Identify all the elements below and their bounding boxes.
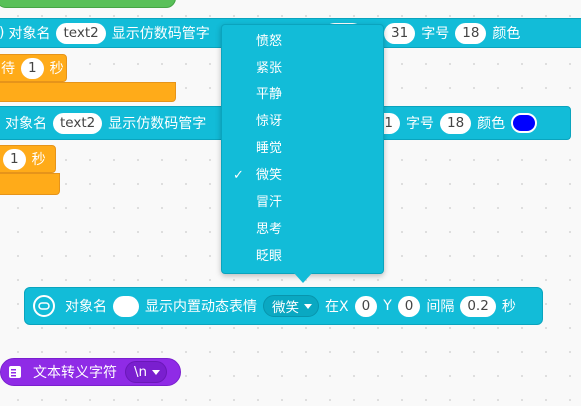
chevron-down-icon <box>152 369 161 375</box>
check-icon: ✓ <box>233 168 244 183</box>
block-edge: ) <box>0 25 4 41</box>
label-color-2: 颜色 <box>477 116 506 132</box>
label-x: 在X <box>325 299 349 315</box>
label-object-name-2: 对象名 <box>5 116 47 132</box>
menu-item[interactable]: 惊讶 <box>222 109 383 135</box>
label-color: 颜色 <box>492 26 521 42</box>
label-show-digital: 显示仿数码管字 <box>111 26 210 42</box>
chevron-down-icon <box>304 303 312 309</box>
size-input[interactable]: 18 <box>455 22 487 44</box>
escape-dropdown[interactable]: \n <box>125 361 168 383</box>
object-name-input-3[interactable] <box>113 295 139 317</box>
menu-item[interactable]: 眨眼 <box>222 244 383 270</box>
emoji-dropdown[interactable]: 微笑 <box>263 295 319 317</box>
wait-suffix-1: 秒 <box>49 61 64 77</box>
menu-pointer <box>294 273 312 283</box>
escape-dropdown-value: \n <box>134 364 148 380</box>
emoji-dropdown-menu: 愤怒 紧张 平静 惊讶 睡觉 ✓ 微笑 冒汗 思考 眨眼 <box>221 24 384 274</box>
menu-item[interactable]: 紧张 <box>222 56 383 82</box>
wait-block-1[interactable]: 待 1 秒 <box>0 54 67 82</box>
label-size-2: 字号 <box>405 116 434 132</box>
y-input[interactable]: 31 <box>384 22 416 44</box>
label-show-digital-2: 显示仿数码管字 <box>108 116 207 132</box>
menu-item[interactable]: 冒汗 <box>222 190 383 216</box>
document-icon <box>7 364 23 380</box>
label-size: 字号 <box>421 26 450 42</box>
label-object-name-3: 对象名 <box>65 299 107 315</box>
show-builtin-emoji-block[interactable]: 对象名 显示内置动态表情 微笑 在X 0 Y 0 间隔 0.2 秒 <box>24 287 543 325</box>
label-y-3: Y <box>383 298 392 314</box>
label-seconds: 秒 <box>501 299 516 315</box>
label-interval: 间隔 <box>426 299 455 315</box>
label-show-emoji: 显示内置动态表情 <box>145 299 257 315</box>
color-swatch[interactable] <box>511 113 538 133</box>
hat-block-partial[interactable] <box>0 0 176 8</box>
menu-item[interactable]: 愤怒 <box>222 29 383 55</box>
y-input-3[interactable]: 0 <box>397 295 421 317</box>
orange-bar-2[interactable] <box>0 173 60 195</box>
wait-seconds-input-1[interactable]: 1 <box>21 57 44 79</box>
wait-prefix: 待 <box>1 61 15 77</box>
size-input-2[interactable]: 18 <box>439 112 472 134</box>
x-input-3[interactable]: 0 <box>354 295 378 317</box>
wait-seconds-input-2[interactable]: 1 <box>3 148 26 170</box>
escape-label: 文本转义字符 <box>33 365 117 381</box>
object-name-input-2[interactable]: text2 <box>53 112 103 134</box>
menu-item[interactable]: 思考 <box>222 217 383 243</box>
label-object-name: 对象名 <box>8 26 51 42</box>
object-name-input[interactable]: text2 <box>56 22 106 44</box>
interval-input[interactable]: 0.2 <box>460 295 496 317</box>
menu-item-selected[interactable]: ✓ 微笑 <box>222 163 383 189</box>
orange-bar-1[interactable] <box>0 82 176 102</box>
emoji-dropdown-value: 微笑 <box>272 300 299 316</box>
wait-block-2[interactable]: 1 秒 <box>0 145 56 173</box>
text-escape-block[interactable]: 文本转义字符 \n <box>0 358 181 386</box>
menu-item[interactable]: 平静 <box>222 82 383 108</box>
wait-suffix-2: 秒 <box>31 152 46 168</box>
emoji-block-icon <box>33 295 55 317</box>
menu-item[interactable]: 睡觉 <box>222 136 383 162</box>
